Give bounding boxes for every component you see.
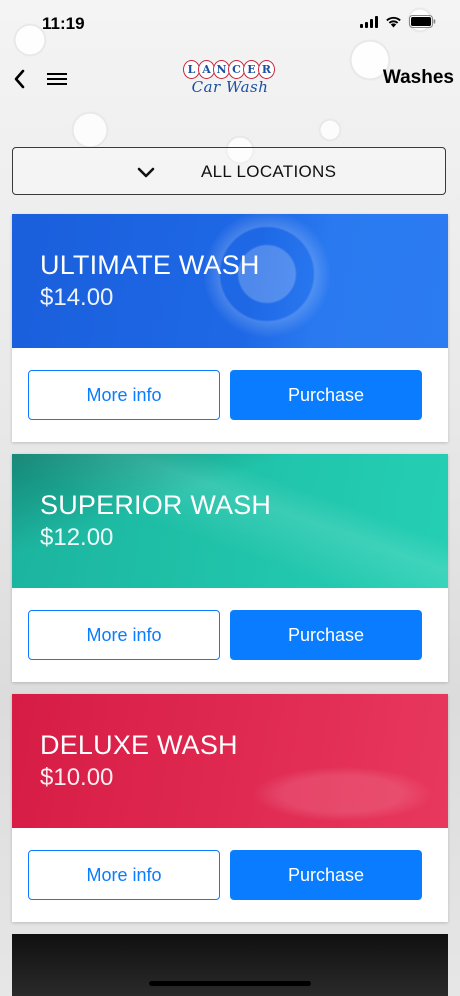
wash-actions: More info Purchase xyxy=(28,850,422,900)
more-info-button[interactable]: More info xyxy=(28,850,220,900)
purchase-button[interactable]: Purchase xyxy=(230,610,422,660)
page-title: Washes xyxy=(382,67,454,88)
purchase-button[interactable]: Purchase xyxy=(230,850,422,900)
more-info-button[interactable]: More info xyxy=(28,610,220,660)
more-info-button[interactable]: More info xyxy=(28,370,220,420)
wash-actions: More info Purchase xyxy=(28,610,422,660)
logo-letters: L A N C E R xyxy=(180,60,280,79)
nav-bar: L A N C E R Car Wash Washes xyxy=(0,54,460,104)
location-select-label: ALL LOCATIONS xyxy=(201,162,337,181)
wash-price: $10.00 xyxy=(40,764,114,791)
home-indicator[interactable] xyxy=(149,981,311,986)
status-time: 11:19 xyxy=(42,14,85,33)
lancer-car-wash-logo: L A N C E R Car Wash xyxy=(180,60,280,104)
purchase-button[interactable]: Purchase xyxy=(230,370,422,420)
location-select[interactable]: ALL LOCATIONS xyxy=(12,147,446,195)
status-icons xyxy=(360,15,436,28)
wifi-icon xyxy=(386,16,401,28)
hamburger-menu-icon xyxy=(47,73,67,85)
wash-card-superior: SUPERIOR WASH $12.00 More info Purchase xyxy=(12,454,448,682)
chevron-down-icon xyxy=(137,167,155,178)
wash-card-deluxe: DELUXE WASH $10.00 More info Purchase xyxy=(12,694,448,922)
battery-icon xyxy=(409,15,436,28)
back-button[interactable] xyxy=(8,66,30,92)
wash-card-ultimate: ULTIMATE WASH $14.00 More info Purchase xyxy=(12,214,448,442)
status-bar: 11:19 xyxy=(0,0,460,48)
chevron-left-icon xyxy=(14,69,25,89)
wash-name: SUPERIOR WASH xyxy=(40,490,272,520)
wash-banner: SUPERIOR WASH $12.00 xyxy=(12,454,448,588)
wash-name: ULTIMATE WASH xyxy=(40,250,260,280)
wash-name: DELUXE WASH xyxy=(40,730,238,760)
wash-card-partial[interactable] xyxy=(12,934,448,996)
logo-subtitle: Car Wash xyxy=(191,78,269,96)
cellular-signal-icon xyxy=(360,15,378,28)
menu-button[interactable] xyxy=(44,68,70,90)
wash-actions: More info Purchase xyxy=(28,370,422,420)
logo-letter: R xyxy=(258,60,275,79)
wash-price: $12.00 xyxy=(40,524,114,551)
wash-banner: DELUXE WASH $10.00 xyxy=(12,694,448,828)
wash-price: $14.00 xyxy=(40,284,114,311)
wash-banner: ULTIMATE WASH $14.00 xyxy=(12,214,448,348)
